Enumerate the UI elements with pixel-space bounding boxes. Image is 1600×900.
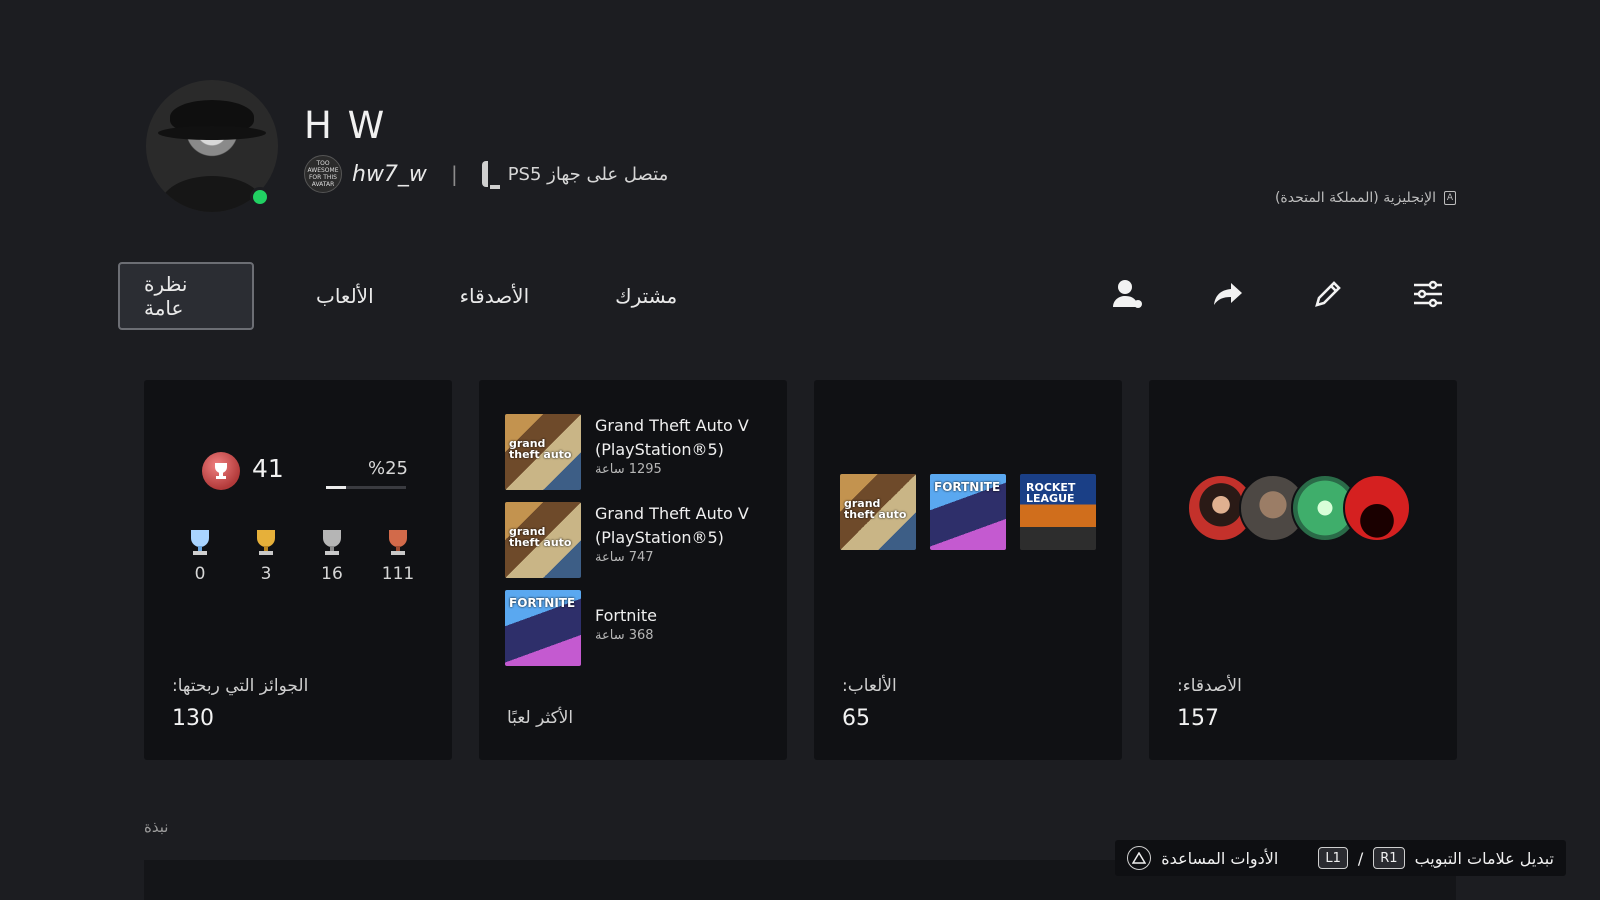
- hint-slash: /: [1357, 848, 1364, 868]
- tab-friends[interactable]: الأصدقاء: [436, 262, 554, 330]
- tab-switch-hint: تبديل علامات التبويب: [1414, 848, 1554, 868]
- most-played-card[interactable]: Grand Theft Auto V (PlayStation®5) 1295 …: [479, 380, 787, 760]
- tools-hint: الأدوات المساعدة: [1161, 848, 1279, 868]
- silver-trophy-icon: [323, 530, 341, 555]
- add-friend-icon: [1113, 280, 1142, 308]
- bronze-trophies: 111: [382, 528, 414, 584]
- triangle-button-icon: [1127, 846, 1152, 870]
- friend-avatar: [1343, 474, 1411, 542]
- gold-trophies: 3: [250, 528, 282, 584]
- language-indicator: A الإنجليزية (المملكة المتحدة): [1275, 190, 1456, 206]
- tab-games[interactable]: الألعاب: [292, 262, 398, 330]
- friends-count: 157: [1177, 706, 1219, 731]
- trophy-progress-bar: [326, 486, 406, 489]
- online-id: hw7_w: [352, 161, 427, 187]
- game-cover-rocket-league: [1020, 474, 1096, 550]
- share-button[interactable]: [1204, 270, 1252, 318]
- trophy-progress-label: %25: [368, 458, 409, 479]
- bronze-trophy-icon: [389, 530, 407, 555]
- controller-hints: تبديل علامات التبويب R1 / L1 الأدوات الم…: [1115, 840, 1566, 876]
- platinum-trophies: 0: [184, 528, 216, 584]
- language-icon: A: [1444, 191, 1456, 205]
- games-covers: [840, 474, 1096, 550]
- tab-shared[interactable]: مشترك: [591, 262, 701, 330]
- bio-label: نبذة: [144, 818, 169, 836]
- most-played-label: الأكثر لعبًا: [507, 708, 574, 728]
- mini-avatar: TOO AWESOME FOR THIS AVATAR: [304, 155, 342, 193]
- game-cover-fortnite: [505, 590, 581, 666]
- profile-tabs: نظرة عامة الألعاب الأصدقاء مشترك: [118, 262, 701, 330]
- game-cover-gta: [505, 414, 581, 490]
- r1-button-icon: R1: [1373, 847, 1405, 869]
- trophies-card[interactable]: 41 %25 0 3 16 111 الجوائز التي ربحتها: 1…: [144, 380, 452, 760]
- friends-card[interactable]: الأصدقاء: 157: [1149, 380, 1457, 760]
- friends-avatars: [1187, 474, 1411, 542]
- profile-subline: TOO AWESOME FOR THIS AVATAR hw7_w | متصل…: [304, 154, 668, 194]
- trophy-level-badge: [202, 452, 240, 490]
- game-cover-gta: [505, 502, 581, 578]
- avatar-hat-brim: [158, 126, 266, 140]
- games-label: الألعاب:: [842, 676, 897, 696]
- avatar-coat: [160, 176, 264, 212]
- pencil-icon: [1315, 281, 1341, 307]
- friends-label: الأصدقاء:: [1177, 676, 1242, 696]
- sliders-icon: [1414, 280, 1442, 308]
- separator: |: [450, 162, 458, 186]
- tab-overview[interactable]: نظرة عامة: [118, 262, 254, 330]
- profile-actions: [1104, 270, 1452, 318]
- edit-profile-button[interactable]: [1304, 270, 1352, 318]
- settings-button[interactable]: [1404, 270, 1452, 318]
- language-label: الإنجليزية (المملكة المتحدة): [1274, 190, 1436, 206]
- game-cover-fortnite: [930, 474, 1006, 550]
- gold-trophy-icon: [257, 530, 275, 555]
- profile-display-name: H W: [304, 104, 387, 147]
- games-count: 65: [842, 706, 870, 731]
- trophy-counts: 0 3 16 111: [184, 528, 414, 584]
- trophies-total: 130: [172, 706, 214, 731]
- silver-trophies: 16: [316, 528, 348, 584]
- games-card[interactable]: الألعاب: 65: [814, 380, 1122, 760]
- trophy-icon: [215, 463, 227, 479]
- platinum-trophy-icon: [191, 530, 209, 555]
- online-status-dot: [250, 187, 270, 207]
- l1-button-icon: L1: [1318, 847, 1348, 869]
- trophies-label: الجوائز التي ربحتها:: [172, 676, 309, 696]
- most-played-item: Grand Theft Auto V (PlayStation®5) 1295 …: [505, 414, 749, 490]
- online-status-text: متصل على جهاز PS5: [507, 163, 669, 185]
- most-played-item: Grand Theft Auto V (PlayStation®5) 747 س…: [505, 502, 749, 578]
- ps5-console-icon: [481, 161, 500, 189]
- trophy-level: 41: [252, 454, 284, 483]
- share-icon: [1214, 283, 1242, 305]
- trophy-progress-fill: [326, 486, 346, 489]
- most-played-item: Fortnite 368 ساعة: [505, 590, 657, 666]
- friend-request-button[interactable]: [1104, 270, 1152, 318]
- game-cover-gta: [840, 474, 916, 550]
